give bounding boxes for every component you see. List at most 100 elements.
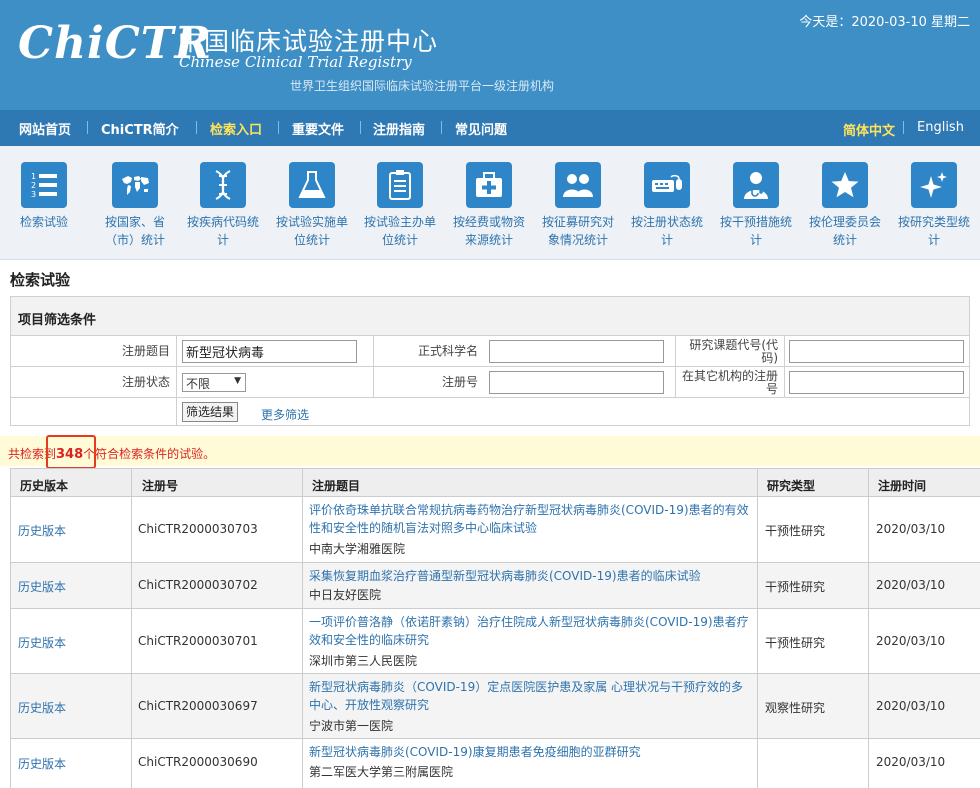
- result-notice: 共检索到348个符合检索条件的试验。: [0, 436, 980, 466]
- study-type: 干预性研究: [765, 524, 826, 538]
- iconbar-by-implementing-unit[interactable]: 按试验实施单位统计: [271, 162, 353, 249]
- trial-title-link[interactable]: 评价依奇珠单抗联合常规抗病毒药物治疗新型冠状病毒肺炎(COVID-19)患者的有…: [309, 501, 749, 537]
- grid-line: [131, 468, 132, 788]
- star-icon: [822, 162, 868, 208]
- institution: 深圳市第三人民医院: [309, 654, 418, 668]
- iconbar-label: 按疾病代码统计: [186, 215, 259, 247]
- trial-title-link[interactable]: 一项评价普洛静（依诺肝素钠）治疗住院成人新型冠状病毒肺炎(COVID-19)患者…: [309, 613, 749, 649]
- nav-about[interactable]: ChiCTR简介: [101, 119, 179, 138]
- nav-search[interactable]: 检索入口: [210, 119, 262, 138]
- filter-panel: 项目筛选条件 注册题目 正式科学名 研究课题代号(代码) 注册状态 不限 ▼ 注…: [10, 296, 970, 426]
- lang-english-link[interactable]: English: [917, 120, 964, 135]
- iconbar-by-sponsor[interactable]: 按试验主办单位统计: [359, 162, 441, 249]
- dropdown-arrow-icon: ▼: [234, 376, 241, 386]
- trial-title-link[interactable]: 新型冠状病毒肺炎(COVID-19)康复期患者免疫细胞的亚群研究: [309, 743, 749, 761]
- doctor-icon: [733, 162, 779, 208]
- history-link[interactable]: 历史版本: [18, 634, 66, 651]
- filter-row: 筛选结果 更多筛选: [11, 398, 969, 425]
- iconbar-by-recruitment[interactable]: 按征募研究对象情况统计: [537, 162, 619, 249]
- institution: 中日友好医院: [309, 588, 382, 602]
- study-type: 干预性研究: [765, 580, 826, 594]
- nav-documents[interactable]: 重要文件: [292, 119, 344, 138]
- nav-guide[interactable]: 注册指南: [373, 119, 425, 138]
- nav-separator: [360, 121, 361, 134]
- result-text: 共检索到348个符合检索条件的试验。: [8, 445, 215, 462]
- filter-row: 注册题目 正式科学名 研究课题代号(代码): [11, 336, 969, 367]
- institution: 宁波市第一医院: [309, 719, 394, 733]
- history-link[interactable]: 历史版本: [18, 522, 66, 539]
- filter-heading-bar: 项目筛选条件: [11, 297, 969, 336]
- filter-heading: 项目筛选条件: [18, 313, 97, 328]
- svg-text:3: 3: [31, 190, 36, 199]
- project-code-input[interactable]: [789, 340, 964, 363]
- nav-home[interactable]: 网站首页: [19, 119, 71, 138]
- status-label: 注册状态: [11, 367, 177, 397]
- project-code-label: 研究课题代号(代码): [689, 338, 778, 365]
- nav-faq[interactable]: 常见问题: [455, 119, 507, 138]
- keyboard-mouse-icon: [644, 162, 690, 208]
- institution: 中南大学湘雅医院: [309, 542, 406, 556]
- iconbar-by-disease[interactable]: 按疾病代码统计: [182, 162, 264, 249]
- cell-divider: [784, 367, 785, 397]
- iconbar-by-study-type[interactable]: 按研究类型统计: [893, 162, 975, 249]
- col-header-title: 注册题目: [312, 479, 361, 493]
- iconbar-label: 按注册状态统计: [630, 215, 703, 247]
- history-link[interactable]: 历史版本: [18, 578, 66, 595]
- reg-number: ChiCTR2000030697: [138, 699, 258, 713]
- col-header-history: 历史版本: [20, 479, 69, 493]
- iconbar-label: 检索试验: [19, 215, 68, 229]
- history-link[interactable]: 历史版本: [18, 755, 66, 772]
- trial-title-link[interactable]: 新型冠状病毒肺炎（COVID-19）定点医院医护患及家属 心理状况与干预疗效的多…: [309, 678, 749, 714]
- world-map-icon: [112, 162, 158, 208]
- study-type: 干预性研究: [765, 636, 826, 650]
- reg-date: 2020/03/10: [876, 634, 946, 648]
- institution: 第二军医大学第三附属医院: [309, 765, 454, 779]
- today-date: 今天是：2020-03-10 星期二: [799, 15, 970, 30]
- reg-date: 2020/03/10: [876, 522, 946, 536]
- reg-no-label: 注册号: [441, 375, 478, 389]
- filter-submit-button[interactable]: 筛选结果: [182, 402, 239, 422]
- clipboard-icon: [377, 162, 423, 208]
- nav-separator: [196, 121, 197, 134]
- status-select[interactable]: 不限 ▼: [182, 373, 246, 392]
- table-row: 历史版本 ChiCTR2000030702 采集恢复期血浆治疗普通型新型冠状病毒…: [10, 563, 980, 609]
- page-title: 检索试验: [10, 271, 71, 289]
- iconbar-by-funding[interactable]: 按经费或物资来源统计: [448, 162, 530, 249]
- table-header: 历史版本 注册号 注册题目 研究类型 注册时间: [10, 468, 980, 497]
- iconbar-label: 按经费或物资来源统计: [452, 215, 525, 247]
- cell-divider: [784, 336, 785, 366]
- table-row: 历史版本 ChiCTR2000030697 新型冠状病毒肺炎（COVID-19）…: [10, 674, 980, 739]
- cell-divider: [11, 398, 177, 425]
- list-icon: 123: [21, 162, 67, 208]
- reg-no-input[interactable]: [489, 371, 664, 394]
- sci-name-input[interactable]: [489, 340, 664, 363]
- lang-chinese-link[interactable]: 简体中文: [843, 120, 895, 139]
- reg-number: ChiCTR2000030702: [138, 578, 258, 592]
- reg-date: 2020/03/10: [876, 578, 946, 592]
- svg-text:1: 1: [31, 172, 36, 181]
- site-header: ChiCTR 中国临床试验注册中心 Chinese Clinical Trial…: [0, 0, 980, 110]
- col-header-reg-no: 注册号: [142, 479, 179, 493]
- grid-line: [10, 468, 11, 788]
- trial-title-link[interactable]: 采集恢复期血浆治疗普通型新型冠状病毒肺炎(COVID-19)患者的临床试验: [309, 567, 749, 585]
- iconbar-by-intervention[interactable]: 按干预措施统计: [715, 162, 797, 249]
- more-filters-link[interactable]: 更多筛选: [261, 406, 309, 423]
- dna-icon: [200, 162, 246, 208]
- reg-title-label: 注册题目: [11, 336, 177, 366]
- site-title-en: Chinese Clinical Trial Registry: [179, 53, 412, 71]
- iconbar-by-status[interactable]: 按注册状态统计: [626, 162, 708, 249]
- iconbar-label: 按征募研究对象情况统计: [541, 215, 614, 247]
- history-link[interactable]: 历史版本: [18, 699, 66, 716]
- statistics-icon-bar: 123 检索试验 按国家、省（市）统计 按疾病代码统计 按试验实施单位统计 按试…: [0, 146, 980, 260]
- reg-number: ChiCTR2000030703: [138, 522, 258, 536]
- iconbar-label: 按国家、省（市）统计: [104, 215, 165, 247]
- other-reg-input[interactable]: [789, 371, 964, 394]
- reg-title-input[interactable]: [182, 340, 357, 363]
- iconbar-by-country[interactable]: 按国家、省（市）统计: [94, 162, 176, 249]
- iconbar-label: 按干预措施统计: [719, 215, 792, 247]
- nav-separator: [441, 121, 442, 134]
- nav-separator: [903, 121, 904, 134]
- iconbar-search-trials[interactable]: 123 检索试验: [3, 162, 85, 231]
- iconbar-by-ethics[interactable]: 按伦理委员会统计: [804, 162, 886, 249]
- grid-line: [868, 468, 869, 788]
